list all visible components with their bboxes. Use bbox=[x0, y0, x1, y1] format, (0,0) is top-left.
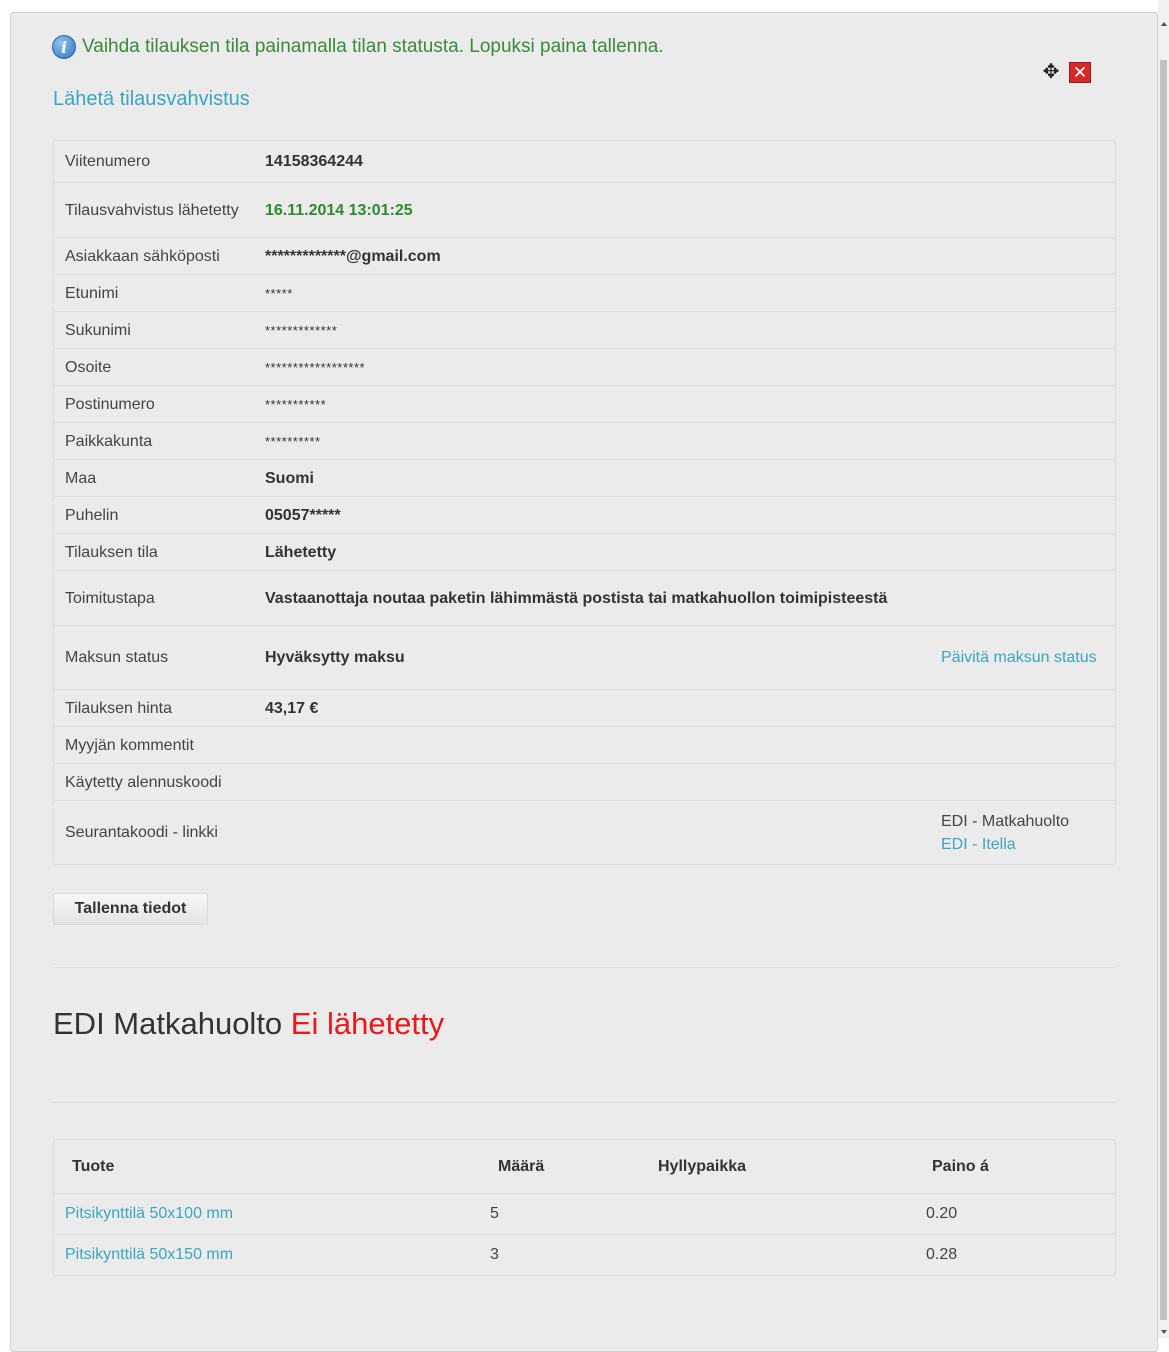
product-quantity: 3 bbox=[490, 1246, 499, 1263]
product-weight: 0.20 bbox=[926, 1205, 958, 1222]
product-link[interactable]: Pitsikynttilä 50x150 mm bbox=[54, 1246, 482, 1264]
detail-value: ****************** bbox=[265, 359, 366, 375]
edi-status: Ei lähetetty bbox=[290, 1006, 445, 1041]
detail-row-confirmation-sent: Tilausvahvistus lähetetty 16.11.2014 13:… bbox=[54, 182, 1115, 237]
detail-label: Seurantakoodi - linkki bbox=[65, 824, 218, 841]
detail-row-firstname: Etunimi ***** bbox=[54, 274, 1115, 311]
detail-label: Toimitustapa bbox=[65, 589, 155, 607]
column-header-quantity: Määrä bbox=[498, 1157, 545, 1175]
detail-value: Hyväksytty maksu bbox=[265, 649, 405, 666]
detail-label: Tilauksen hinta bbox=[65, 699, 173, 717]
detail-label: Maa bbox=[65, 469, 97, 487]
product-quantity: 5 bbox=[490, 1205, 499, 1222]
move-icon[interactable]: ✥ bbox=[1040, 61, 1062, 83]
table-header-row: Tuote Määrä Hyllypaikka Paino á bbox=[54, 1140, 1115, 1193]
detail-value: Vastaanottaja noutaa paketin lähimmästä … bbox=[265, 589, 888, 607]
detail-value: ********** bbox=[265, 433, 321, 449]
detail-row-address: Osoite ****************** bbox=[54, 348, 1115, 385]
update-payment-status-link[interactable]: Päivitä maksun status bbox=[941, 646, 1104, 669]
detail-row-delivery: Toimitustapa Vastaanottaja noutaa paketi… bbox=[54, 570, 1115, 625]
edi-title: EDI Matkahuolto bbox=[53, 1006, 283, 1041]
divider bbox=[53, 1102, 1116, 1103]
send-confirmation-link[interactable]: Lähetä tilausvahvistus bbox=[53, 88, 250, 111]
products-table: Tuote Määrä Hyllypaikka Paino á Pitsikyn… bbox=[53, 1139, 1116, 1276]
edi-heading: EDI Matkahuolto Ei lähetetty bbox=[53, 1006, 444, 1042]
detail-row-seller-comments: Myyjän kommentit bbox=[54, 726, 1115, 763]
detail-value: 05057***** bbox=[265, 506, 341, 524]
detail-row-phone: Puhelin 05057***** bbox=[54, 496, 1115, 533]
table-row: Pitsikynttilä 50x150 mm 3 0.28 bbox=[54, 1234, 1115, 1275]
detail-row-country: Maa Suomi bbox=[54, 459, 1115, 496]
column-header-weight: Paino á bbox=[932, 1157, 989, 1175]
detail-label: Asiakkaan sähköposti bbox=[65, 247, 220, 265]
detail-value: *************@gmail.com bbox=[265, 247, 441, 265]
order-details-table: Viitenumero 14158364244 Tilausvahvistus … bbox=[53, 140, 1116, 865]
detail-label: Käytetty alennuskoodi bbox=[65, 773, 222, 791]
detail-row-city: Paikkakunta ********** bbox=[54, 422, 1115, 459]
detail-label: Postinumero bbox=[65, 395, 155, 413]
detail-value: Suomi bbox=[265, 469, 314, 487]
detail-label: Osoite bbox=[65, 358, 112, 376]
detail-value: 43,17 € bbox=[265, 699, 319, 717]
detail-label: Myyjän kommentit bbox=[65, 736, 194, 754]
detail-row-payment-status: Maksun status Hyväksytty maksu Päivitä m… bbox=[54, 625, 1115, 689]
detail-row-price: Tilauksen hinta 43,17 € bbox=[54, 689, 1115, 726]
detail-value: ***** bbox=[265, 285, 293, 301]
close-icon[interactable]: ✕ bbox=[1069, 62, 1091, 83]
detail-row-order-status: Tilauksen tila Lähetetty bbox=[54, 533, 1115, 570]
detail-value: ************* bbox=[265, 322, 338, 338]
detail-row-postcode: Postinumero *********** bbox=[54, 385, 1115, 422]
detail-row-reference: Viitenumero 14158364244 bbox=[54, 141, 1115, 182]
edi-itella-link[interactable]: EDI - Itella bbox=[941, 833, 1104, 856]
scroll-thumb[interactable] bbox=[1160, 60, 1167, 1320]
divider bbox=[53, 967, 1116, 968]
column-header-shelf: Hyllypaikka bbox=[658, 1157, 747, 1175]
edi-matkahuolto-text: EDI - Matkahuolto bbox=[941, 812, 1070, 830]
detail-label: Maksun status bbox=[65, 649, 169, 666]
detail-value: 14158364244 bbox=[265, 153, 363, 170]
detail-value-date: 16.11.2014 13:01:25 bbox=[265, 201, 413, 219]
detail-row-tracking: Seurantakoodi - linkki EDI - Matkahuolto… bbox=[54, 800, 1115, 864]
info-message: i Vaihda tilauksen tila painamalla tilan… bbox=[52, 35, 664, 59]
order-status-value[interactable]: Lähetetty bbox=[254, 534, 930, 570]
table-row: Pitsikynttilä 50x100 mm 5 0.20 bbox=[54, 1193, 1115, 1234]
product-link[interactable]: Pitsikynttilä 50x100 mm bbox=[54, 1205, 482, 1223]
product-weight: 0.28 bbox=[926, 1246, 958, 1263]
info-text: Vaihda tilauksen tila painamalla tilan s… bbox=[82, 36, 664, 57]
detail-label: Tilauksen tila bbox=[65, 543, 158, 561]
detail-row-email: Asiakkaan sähköposti *************@gmail… bbox=[54, 237, 1115, 274]
column-header-product: Tuote bbox=[72, 1157, 115, 1175]
detail-label: Puhelin bbox=[65, 506, 119, 524]
detail-label: Etunimi bbox=[65, 284, 119, 302]
detail-value bbox=[254, 801, 930, 864]
detail-value: *********** bbox=[265, 396, 327, 412]
detail-row-discount-code: Käytetty alennuskoodi bbox=[54, 763, 1115, 800]
detail-label: Tilausvahvistus lähetetty bbox=[65, 201, 239, 219]
detail-row-lastname: Sukunimi ************* bbox=[54, 311, 1115, 348]
scrollbar[interactable] bbox=[1158, 0, 1169, 1338]
detail-label: Paikkakunta bbox=[65, 432, 153, 450]
detail-value bbox=[254, 764, 930, 800]
detail-label: Sukunimi bbox=[65, 321, 131, 339]
save-button[interactable]: Tallenna tiedot bbox=[53, 893, 208, 925]
scroll-down-arrow-icon[interactable] bbox=[1161, 1330, 1167, 1334]
scroll-up-arrow-icon[interactable] bbox=[1161, 22, 1167, 26]
info-icon: i bbox=[52, 35, 76, 59]
detail-label: Viitenumero bbox=[65, 153, 151, 170]
detail-value bbox=[254, 727, 930, 763]
